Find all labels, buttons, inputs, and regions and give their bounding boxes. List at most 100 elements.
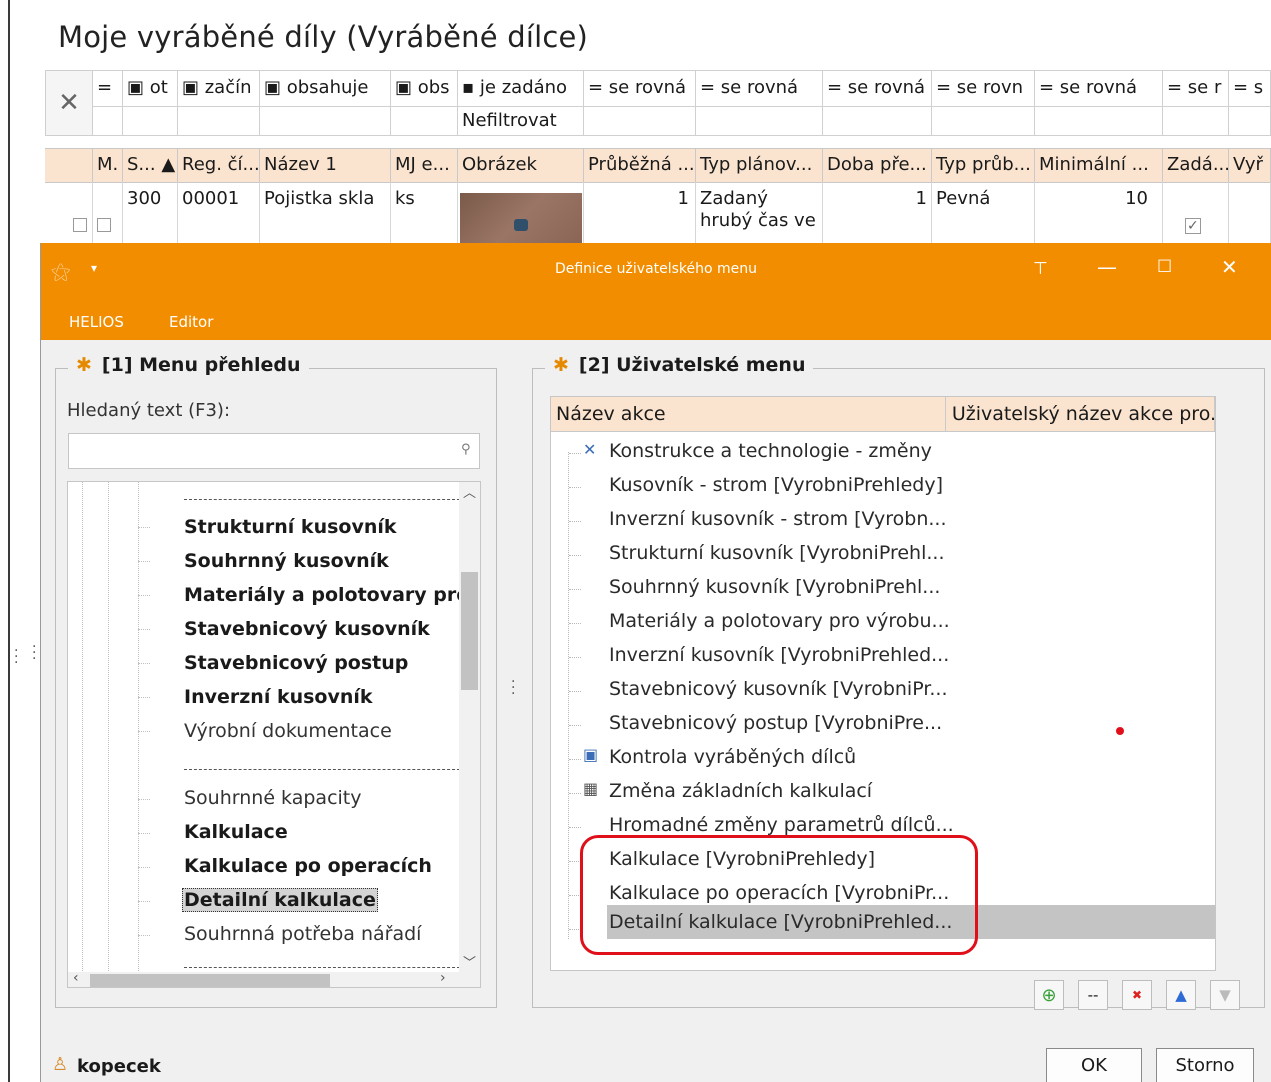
move-up-button[interactable]: ▲ bbox=[1166, 980, 1196, 1010]
filter-cell[interactable]: ▣ obs bbox=[391, 71, 458, 107]
column-header[interactable]: Obrázek bbox=[458, 149, 584, 183]
vertical-scrollbar[interactable]: ︿ ﹀ bbox=[459, 482, 480, 972]
list-item[interactable]: Stavebnicový kusovník [VyrobniPr... bbox=[609, 678, 948, 700]
column-header[interactable]: Reg. čí... bbox=[178, 149, 260, 183]
list-item[interactable]: Stavebnicový postup [VyrobniPre... bbox=[609, 712, 942, 734]
column-header[interactable]: Průběžná ... bbox=[584, 149, 696, 183]
filter-cell[interactable]: ▣ ot bbox=[123, 71, 178, 107]
column-header-user-name[interactable]: Uživatelský název akce pro... bbox=[946, 397, 1215, 432]
search-icon[interactable]: ⚲ bbox=[461, 442, 488, 457]
column-header[interactable]: MJ e... bbox=[391, 149, 458, 183]
scroll-down-icon[interactable]: ﹀ bbox=[463, 952, 476, 971]
filter-cell[interactable]: = se rovná bbox=[1035, 71, 1163, 107]
list-item[interactable]: Konstrukce a technologie - změny bbox=[609, 440, 932, 462]
filter-cell[interactable] bbox=[260, 106, 391, 136]
filter-cell[interactable]: = se r bbox=[1163, 71, 1229, 107]
filter-cell[interactable] bbox=[584, 106, 696, 136]
filter-cell[interactable] bbox=[823, 106, 932, 136]
move-down-button[interactable]: ▼ bbox=[1210, 980, 1240, 1010]
tree-item[interactable]: Souhrnný kusovník bbox=[184, 550, 389, 572]
filter-cell[interactable] bbox=[1035, 106, 1163, 136]
column-header[interactable]: S... ▲ bbox=[123, 149, 178, 183]
filter-cell[interactable]: ▣ obsahuje bbox=[260, 71, 391, 107]
delete-icon: ✖ bbox=[1131, 988, 1143, 1002]
list-item[interactable]: Inverzní kusovník [VyrobniPrehled... bbox=[609, 644, 949, 666]
filter-cell[interactable] bbox=[93, 106, 123, 136]
tree-item[interactable]: Souhrnné kapacity bbox=[184, 787, 362, 809]
search-input[interactable] bbox=[68, 433, 480, 469]
filter-cell[interactable] bbox=[1229, 106, 1271, 136]
add-separator-button[interactable]: -- bbox=[1078, 980, 1108, 1010]
overview-tree[interactable]: Strukturní kusovník Souhrnný kusovník Ma… bbox=[67, 481, 481, 988]
splitter-handle[interactable]: · · · bbox=[511, 675, 515, 701]
column-header[interactable]: Doba pře... bbox=[823, 149, 932, 183]
tree-item[interactable]: Materiály a polotovary pro bbox=[184, 584, 469, 606]
filter-cell[interactable] bbox=[696, 106, 823, 136]
scroll-right-icon[interactable]: › bbox=[440, 970, 446, 986]
tree-item[interactable]: Inverzní kusovník bbox=[184, 686, 373, 708]
ok-button[interactable]: OK bbox=[1046, 1048, 1142, 1082]
column-header[interactable] bbox=[45, 149, 93, 183]
mark-checkbox-cell[interactable] bbox=[93, 182, 123, 244]
list-item[interactable]: Kusovník - strom [VyrobniPrehledy] bbox=[609, 474, 943, 496]
add-item-button[interactable]: ⊕ bbox=[1034, 980, 1064, 1010]
close-window-icon[interactable]: ✕ bbox=[1221, 255, 1238, 279]
list-item[interactable]: Změna základních kalkulací bbox=[609, 780, 872, 802]
filter-cell[interactable] bbox=[932, 106, 1035, 136]
column-header[interactable]: Vyř bbox=[1229, 149, 1271, 183]
horizontal-scrollbar[interactable]: ‹ › bbox=[68, 970, 480, 987]
list-item[interactable]: Materiály a polotovary pro výrobu... bbox=[609, 610, 950, 632]
scroll-left-icon[interactable]: ‹ bbox=[73, 970, 79, 986]
scroll-up-icon[interactable]: ︿ bbox=[463, 482, 476, 501]
column-header[interactable]: Zadá... bbox=[1163, 149, 1229, 183]
minimize-icon[interactable]: — bbox=[1097, 255, 1117, 279]
tree-item[interactable]: Strukturní kusovník bbox=[184, 516, 397, 538]
column-header[interactable]: Minimální ... bbox=[1035, 149, 1163, 183]
list-item[interactable]: Strukturní kusovník [VyrobniPrehl... bbox=[609, 542, 944, 564]
menu-editor[interactable]: Editor bbox=[169, 313, 213, 331]
column-header-action-name[interactable]: Název akce bbox=[551, 397, 946, 432]
filter-cell[interactable]: = se rovn bbox=[932, 71, 1035, 107]
column-header[interactable]: M. bbox=[93, 149, 123, 183]
clear-filter-button[interactable]: ✕ bbox=[45, 70, 93, 136]
menu-helios[interactable]: HELIOS bbox=[69, 313, 124, 331]
cancel-button[interactable]: Storno bbox=[1156, 1048, 1254, 1082]
list-item[interactable]: Inverzní kusovník - strom [Vyrobn... bbox=[609, 508, 947, 530]
scroll-thumb[interactable] bbox=[461, 572, 478, 690]
filter-cell[interactable]: = se rovná bbox=[823, 71, 932, 107]
filter-cell[interactable]: ▣ začín bbox=[178, 71, 260, 107]
ribbon-toggle-icon[interactable]: ⊤ bbox=[1033, 259, 1048, 279]
tree-item[interactable]: Výrobní dokumentace bbox=[184, 720, 392, 742]
filter-cell[interactable]: = s bbox=[1229, 71, 1271, 107]
tree-item-selected[interactable]: Detailní kalkulace bbox=[182, 888, 378, 912]
row-checkbox-cell[interactable] bbox=[45, 182, 93, 244]
filter-cell[interactable]: = bbox=[93, 71, 123, 107]
filter-cell[interactable] bbox=[178, 106, 260, 136]
tree-item[interactable]: Kalkulace bbox=[184, 821, 288, 843]
list-item[interactable]: Souhrnný kusovník [VyrobniPrehl... bbox=[609, 576, 940, 598]
column-header[interactable]: Typ průb... bbox=[932, 149, 1035, 183]
filter-cell[interactable] bbox=[391, 106, 458, 136]
filter-cell[interactable]: ▪ je zadáno bbox=[458, 71, 584, 107]
filter-cell[interactable] bbox=[1163, 106, 1229, 136]
maximize-icon[interactable]: ☐ bbox=[1157, 257, 1172, 277]
tree-item[interactable]: Kalkulace po operacích bbox=[184, 855, 432, 877]
column-header[interactable]: Typ plánov... bbox=[696, 149, 823, 183]
tree-item[interactable]: Souhrnná potřeba nářadí bbox=[184, 923, 421, 945]
filter-cell[interactable]: = se rovná bbox=[696, 71, 823, 107]
filter-cell[interactable]: = se rovná bbox=[584, 71, 696, 107]
row-checkbox[interactable] bbox=[73, 218, 87, 232]
column-header[interactable]: Název 1 bbox=[260, 149, 391, 183]
list-item[interactable]: Kontrola vyráběných dílců bbox=[609, 746, 856, 768]
mark-checkbox[interactable] bbox=[97, 218, 111, 232]
table-row[interactable]: 300 00001 Pojistka skla ks 1 Zadaný hrub… bbox=[45, 182, 1271, 244]
list-item[interactable]: Hromadné změny parametrů dílců... bbox=[609, 814, 954, 836]
splitter-handle[interactable]: · · · bbox=[32, 640, 36, 666]
delete-item-button[interactable]: ✖ bbox=[1122, 980, 1152, 1010]
filter-cell[interactable]: Nefiltrovat bbox=[458, 106, 584, 136]
tree-item[interactable]: Stavebnicový postup bbox=[184, 652, 408, 674]
scroll-thumb[interactable] bbox=[90, 974, 330, 987]
tree-item[interactable]: Stavebnicový kusovník bbox=[184, 618, 430, 640]
splitter-handle[interactable]: · · · bbox=[14, 644, 18, 670]
filter-cell[interactable] bbox=[123, 106, 178, 136]
